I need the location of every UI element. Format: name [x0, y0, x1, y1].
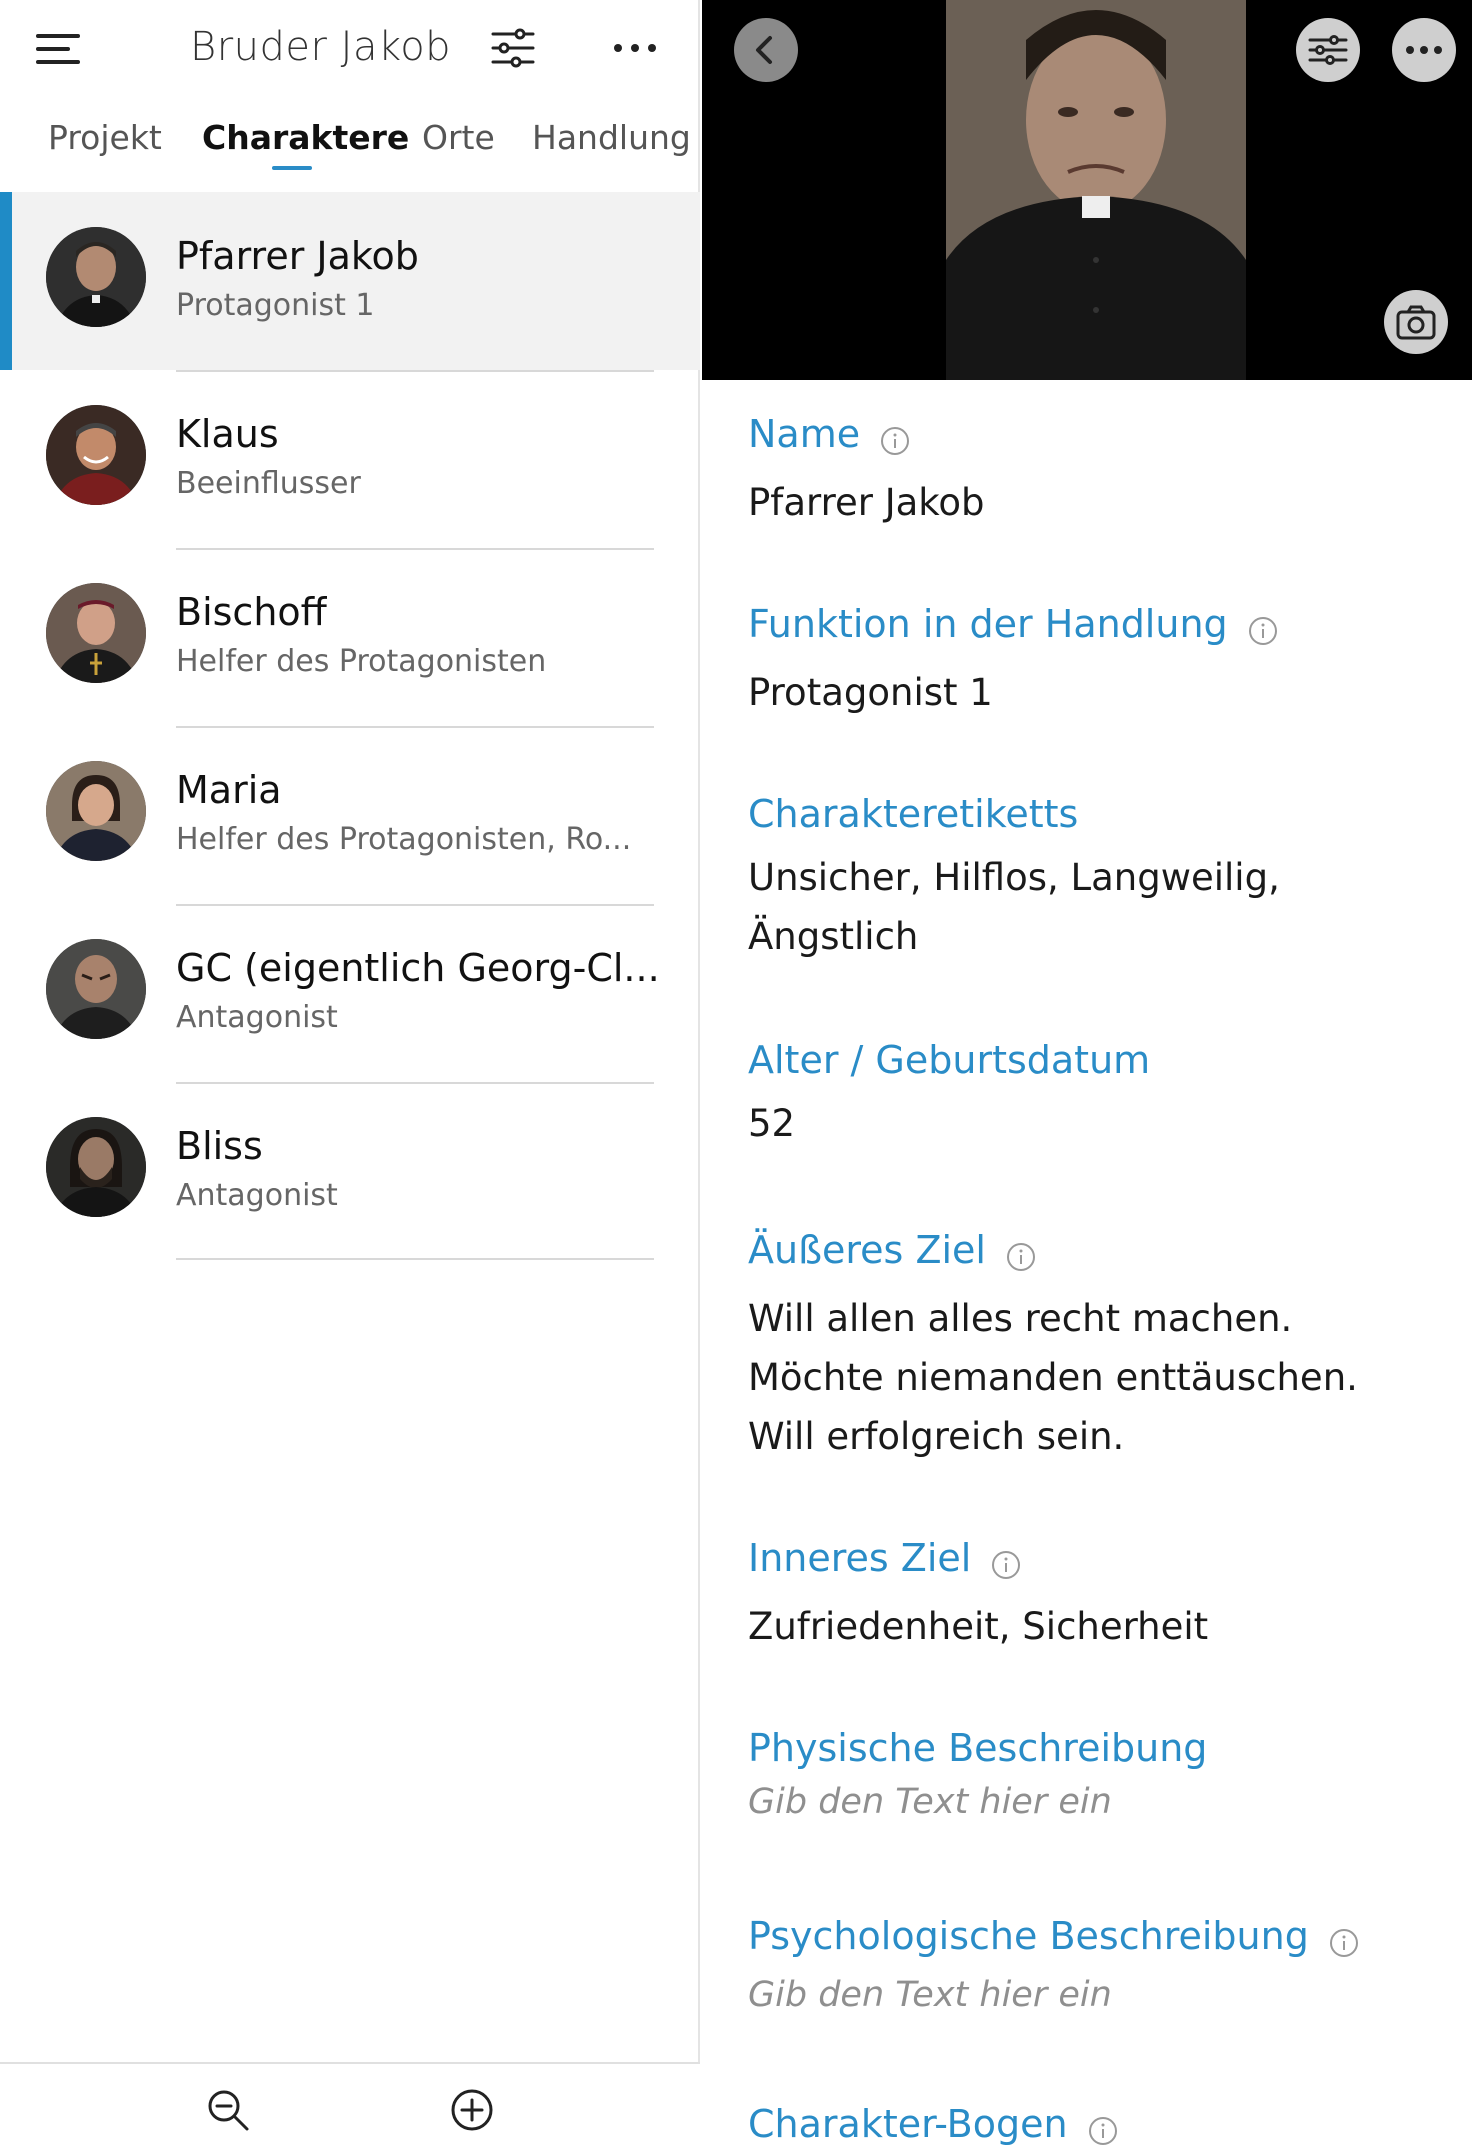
character-name: Maria — [176, 768, 282, 812]
avatar — [46, 939, 146, 1039]
character-row-klaus[interactable]: Klaus Beeinflusser — [0, 370, 700, 548]
tab-handlung[interactable]: Handlung — [532, 118, 691, 157]
field-value: Protagonist 1 — [748, 670, 993, 714]
character-row-maria[interactable]: Maria Helfer des Protagonisten, Ro... — [0, 726, 700, 904]
avatar — [46, 583, 146, 683]
filter-icon[interactable] — [490, 28, 536, 68]
field-label: Physische Beschreibung — [748, 1726, 1208, 1770]
menu-icon[interactable] — [36, 32, 80, 66]
field-label: Alter / Geburtsdatum — [748, 1038, 1151, 1082]
left-top-bar: Bruder Jakob — [0, 0, 700, 100]
field-placeholder: Gib den Text hier ein — [748, 1974, 1112, 2015]
field-value: Pfarrer Jakob — [748, 480, 985, 524]
character-role: Antagonist — [176, 1178, 338, 1213]
character-name: GC (eigentlich Georg-Cl... — [176, 946, 660, 990]
character-name: Pfarrer Jakob — [176, 234, 419, 278]
info-icon[interactable] — [1328, 1927, 1360, 1963]
filter-icon — [1308, 35, 1348, 65]
row-divider — [176, 548, 654, 550]
add-icon[interactable] — [450, 2088, 494, 2132]
character-role: Antagonist — [176, 1000, 338, 1035]
avatar — [46, 1117, 146, 1217]
field-placeholder: Gib den Text hier ein — [748, 1782, 1112, 1822]
character-name: Bliss — [176, 1124, 263, 1168]
row-divider — [176, 904, 654, 906]
info-icon[interactable] — [990, 1549, 1022, 1585]
more-icon[interactable] — [612, 40, 658, 54]
info-icon[interactable] — [1247, 615, 1279, 651]
tab-charaktere[interactable]: Charaktere — [202, 118, 409, 157]
field-name[interactable]: Name Pfarrer Jakob — [748, 412, 985, 532]
row-divider — [176, 1082, 654, 1084]
field-label: Psychologische Beschreibung — [748, 1914, 1309, 1958]
avatar — [46, 227, 146, 327]
field-label: Name — [748, 412, 861, 456]
tab-bar: Projekt Charaktere Orte Handlung — [0, 118, 700, 178]
field-physische-beschreibung[interactable]: Physische Beschreibung Gib den Text hier… — [748, 1726, 1207, 1822]
field-label: Charakteretiketts — [748, 792, 1079, 836]
back-button[interactable] — [734, 18, 798, 82]
field-aeusseres-ziel[interactable]: Äußeres Ziel Will allen alles recht mach… — [748, 1228, 1418, 1466]
row-divider — [176, 726, 654, 728]
info-icon[interactable] — [1005, 1241, 1037, 1277]
field-label: Inneres Ziel — [748, 1536, 972, 1580]
detail-filter-button[interactable] — [1296, 18, 1360, 82]
field-psychologische-beschreibung[interactable]: Psychologische Beschreibung Gib den Text… — [748, 1914, 1360, 2015]
character-row-bischoff[interactable]: Bischoff Helfer des Protagonisten — [0, 548, 700, 726]
character-role: Helfer des Protagonisten — [176, 644, 547, 679]
field-funktion[interactable]: Funktion in der Handlung Protagonist 1 — [748, 602, 1279, 722]
avatar — [46, 761, 146, 861]
back-icon — [756, 36, 772, 64]
field-label: Funktion in der Handlung — [748, 602, 1228, 646]
field-charakter-bogen[interactable]: Charakter-Bogen — [748, 2102, 1119, 2151]
field-charakteretiketts[interactable]: Charakteretiketts Unsicher, Hilflos, Lan… — [748, 792, 1338, 966]
field-value: Will allen alles recht machen. Möchte ni… — [748, 1296, 1358, 1458]
field-value: 52 — [748, 1102, 796, 1145]
field-value: Unsicher, Hilflos, Langweilig, Ängstlich — [748, 856, 1280, 959]
info-icon[interactable] — [879, 425, 911, 461]
more-icon — [1406, 46, 1442, 54]
bottom-toolbar — [0, 2062, 700, 2152]
field-inneres-ziel[interactable]: Inneres Ziel Zufriedenheit, Sicherheit — [748, 1536, 1208, 1656]
character-row-gc[interactable]: GC (eigentlich Georg-Cl... Antagonist — [0, 904, 700, 1082]
character-photo-header — [702, 0, 1472, 380]
field-label: Äußeres Ziel — [748, 1228, 986, 1272]
camera-icon — [1396, 305, 1436, 340]
info-icon[interactable] — [1087, 2115, 1119, 2151]
active-tab-indicator — [272, 166, 312, 170]
character-detail-pane: Name Pfarrer Jakob Funktion in der Handl… — [702, 0, 1472, 2152]
character-role: Beeinflusser — [176, 466, 361, 501]
character-row-pfarrer-jakob[interactable]: Pfarrer Jakob Protagonist 1 — [0, 192, 700, 370]
character-list-pane: Bruder Jakob Projekt Charaktere Orte Han… — [0, 0, 700, 2152]
tab-projekt[interactable]: Projekt — [48, 118, 162, 157]
character-photo[interactable] — [946, 0, 1246, 380]
row-divider — [176, 370, 654, 372]
camera-button[interactable] — [1384, 290, 1448, 354]
character-name: Klaus — [176, 412, 279, 456]
avatar — [46, 405, 146, 505]
zoom-out-icon[interactable] — [206, 2088, 250, 2132]
project-title: Bruder Jakob — [190, 24, 452, 70]
field-label: Charakter-Bogen — [748, 2102, 1068, 2146]
detail-more-button[interactable] — [1392, 18, 1456, 82]
row-divider — [176, 1258, 654, 1260]
character-row-bliss[interactable]: Bliss Antagonist — [0, 1082, 700, 1260]
character-list: Pfarrer Jakob Protagonist 1 Klaus Beeinf… — [0, 192, 700, 1260]
character-role: Protagonist 1 — [176, 288, 375, 323]
field-alter[interactable]: Alter / Geburtsdatum 52 — [748, 1038, 1150, 1153]
character-name: Bischoff — [176, 590, 327, 634]
field-value: Zufriedenheit, Sicherheit — [748, 1604, 1209, 1648]
tab-orte[interactable]: Orte — [422, 118, 495, 157]
character-role: Helfer des Protagonisten, Ro... — [176, 822, 632, 857]
